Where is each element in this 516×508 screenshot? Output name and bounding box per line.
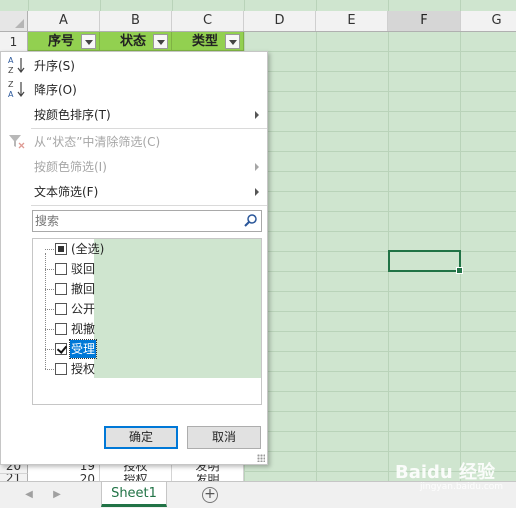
item-checkbox[interactable] bbox=[55, 323, 67, 335]
filter-search-input[interactable] bbox=[33, 211, 241, 231]
submenu-arrow-icon bbox=[255, 111, 259, 119]
list-item[interactable]: 撤回 bbox=[45, 279, 105, 299]
active-cell-selection[interactable] bbox=[388, 250, 463, 274]
submenu-arrow-icon bbox=[255, 188, 259, 196]
sort-descending-item[interactable]: ZA 降序(O) bbox=[1, 78, 267, 102]
text-filter-label: 文本筛选(F) bbox=[34, 185, 99, 199]
add-sheet-icon[interactable]: + bbox=[202, 487, 218, 503]
clear-filter-funnel-icon bbox=[7, 130, 27, 154]
scroll-right-icon[interactable]: ▶ bbox=[50, 488, 64, 502]
item-checkbox[interactable] bbox=[55, 263, 67, 275]
list-item[interactable]: 公开 bbox=[45, 299, 105, 319]
sort-a-to-z-icon: AZ bbox=[7, 54, 27, 78]
column-header-f[interactable]: F bbox=[388, 11, 461, 31]
list-item[interactable]: 视撤 bbox=[45, 319, 105, 339]
watermark-logo: Baidu 经验 bbox=[395, 462, 496, 483]
svg-text:A: A bbox=[8, 90, 14, 99]
sort-by-color-label: 按颜色排序(T) bbox=[34, 108, 111, 122]
select-all-corner[interactable] bbox=[0, 11, 28, 32]
tree-branch bbox=[45, 249, 54, 250]
svg-text:Z: Z bbox=[8, 80, 14, 89]
list-item-label: 驳回 bbox=[71, 262, 96, 276]
header-cell-c-label: 类型 bbox=[192, 34, 219, 49]
filter-dropdown-c-button[interactable] bbox=[225, 34, 240, 49]
header-cell-b-label: 状态 bbox=[120, 34, 147, 49]
tree-branch bbox=[45, 329, 54, 330]
cancel-button[interactable]: 取消 bbox=[187, 426, 261, 449]
filter-by-color-label: 按颜色筛选(I) bbox=[34, 160, 107, 174]
filter-dropdown-a-button[interactable] bbox=[81, 34, 96, 49]
list-item-label: 公开 bbox=[71, 302, 96, 316]
list-item[interactable]: 受理 bbox=[45, 339, 105, 359]
tree-branch bbox=[45, 309, 54, 310]
tree-branch bbox=[45, 369, 54, 370]
search-icon[interactable] bbox=[243, 213, 259, 229]
list-item-label-selected: 受理 bbox=[68, 339, 98, 359]
tree-branch bbox=[45, 269, 54, 270]
list-item-label: 视撤 bbox=[71, 322, 96, 336]
sort-z-to-a-icon: ZA bbox=[7, 78, 27, 102]
sort-descending-label: 降序(O) bbox=[34, 83, 77, 97]
list-item-label: 授权 bbox=[71, 362, 96, 376]
filter-values-list[interactable]: (全选) 驳回 撤回 公开 视撤 受理 授权 bbox=[32, 238, 262, 405]
select-all-checkbox[interactable] bbox=[55, 243, 67, 255]
column-header-d[interactable]: D bbox=[244, 11, 316, 31]
tree-branch bbox=[45, 289, 54, 290]
sort-by-color-item[interactable]: 按颜色排序(T) bbox=[1, 103, 267, 127]
header-cell-a[interactable]: 序号 bbox=[28, 32, 100, 51]
list-item[interactable]: 授权 bbox=[45, 359, 105, 379]
header-cell-c[interactable]: 类型 bbox=[172, 32, 244, 51]
column-header-b[interactable]: B bbox=[100, 11, 172, 31]
column-header-c[interactable]: C bbox=[172, 11, 244, 31]
tree-branch bbox=[45, 349, 54, 350]
header-cell-a-label: 序号 bbox=[48, 34, 75, 49]
item-checkbox[interactable] bbox=[55, 363, 67, 375]
column-header-a[interactable]: A bbox=[28, 11, 100, 31]
svg-text:Z: Z bbox=[8, 66, 14, 75]
item-checkbox[interactable] bbox=[55, 303, 67, 315]
list-item[interactable]: 驳回 bbox=[45, 259, 105, 279]
list-item-label: (全选) bbox=[71, 242, 105, 256]
clear-filter-item[interactable]: 从“状态”中清除筛选(C) bbox=[1, 130, 267, 154]
list-item-select-all[interactable]: (全选) bbox=[45, 239, 105, 259]
svg-text:A: A bbox=[8, 56, 14, 65]
text-filter-item[interactable]: 文本筛选(F) bbox=[1, 180, 267, 204]
resize-grip-icon[interactable] bbox=[257, 454, 265, 462]
clear-filter-label: 从“状态”中清除筛选(C) bbox=[34, 135, 161, 149]
row-header-1[interactable]: 1 bbox=[0, 32, 28, 52]
watermark-url: jingyan.baidu.com bbox=[420, 482, 504, 492]
filter-dropdown-b-button[interactable] bbox=[153, 34, 168, 49]
column-header-g[interactable]: G bbox=[461, 11, 516, 31]
sort-ascending-label: 升序(S) bbox=[34, 59, 75, 73]
column-header-e[interactable]: E bbox=[316, 11, 388, 31]
sheet-tab-sheet1[interactable]: Sheet1 bbox=[101, 482, 167, 507]
menu-separator bbox=[31, 128, 267, 129]
list-item-label: 撤回 bbox=[71, 282, 96, 296]
sort-ascending-item[interactable]: AZ 升序(S) bbox=[1, 54, 267, 78]
menu-separator bbox=[31, 205, 267, 206]
column-header-bar: A B C D E F G bbox=[0, 11, 516, 32]
item-checkbox[interactable] bbox=[55, 283, 67, 295]
autofilter-dropdown-panel: AZ 升序(S) ZA 降序(O) 按颜色排序(T) 从“状态”中清除筛选(C)… bbox=[0, 51, 268, 465]
ok-button[interactable]: 确定 bbox=[104, 426, 178, 449]
submenu-arrow-icon bbox=[255, 163, 259, 171]
filter-search-box[interactable] bbox=[32, 210, 262, 232]
select-all-triangle-icon bbox=[15, 19, 24, 28]
filter-by-color-item[interactable]: 按颜色筛选(I) bbox=[1, 155, 267, 179]
scroll-left-icon[interactable]: ◀ bbox=[22, 488, 36, 502]
list-highlight-area bbox=[94, 239, 261, 378]
header-cell-b[interactable]: 状态 bbox=[100, 32, 172, 51]
item-checkbox-checked[interactable] bbox=[55, 343, 67, 355]
